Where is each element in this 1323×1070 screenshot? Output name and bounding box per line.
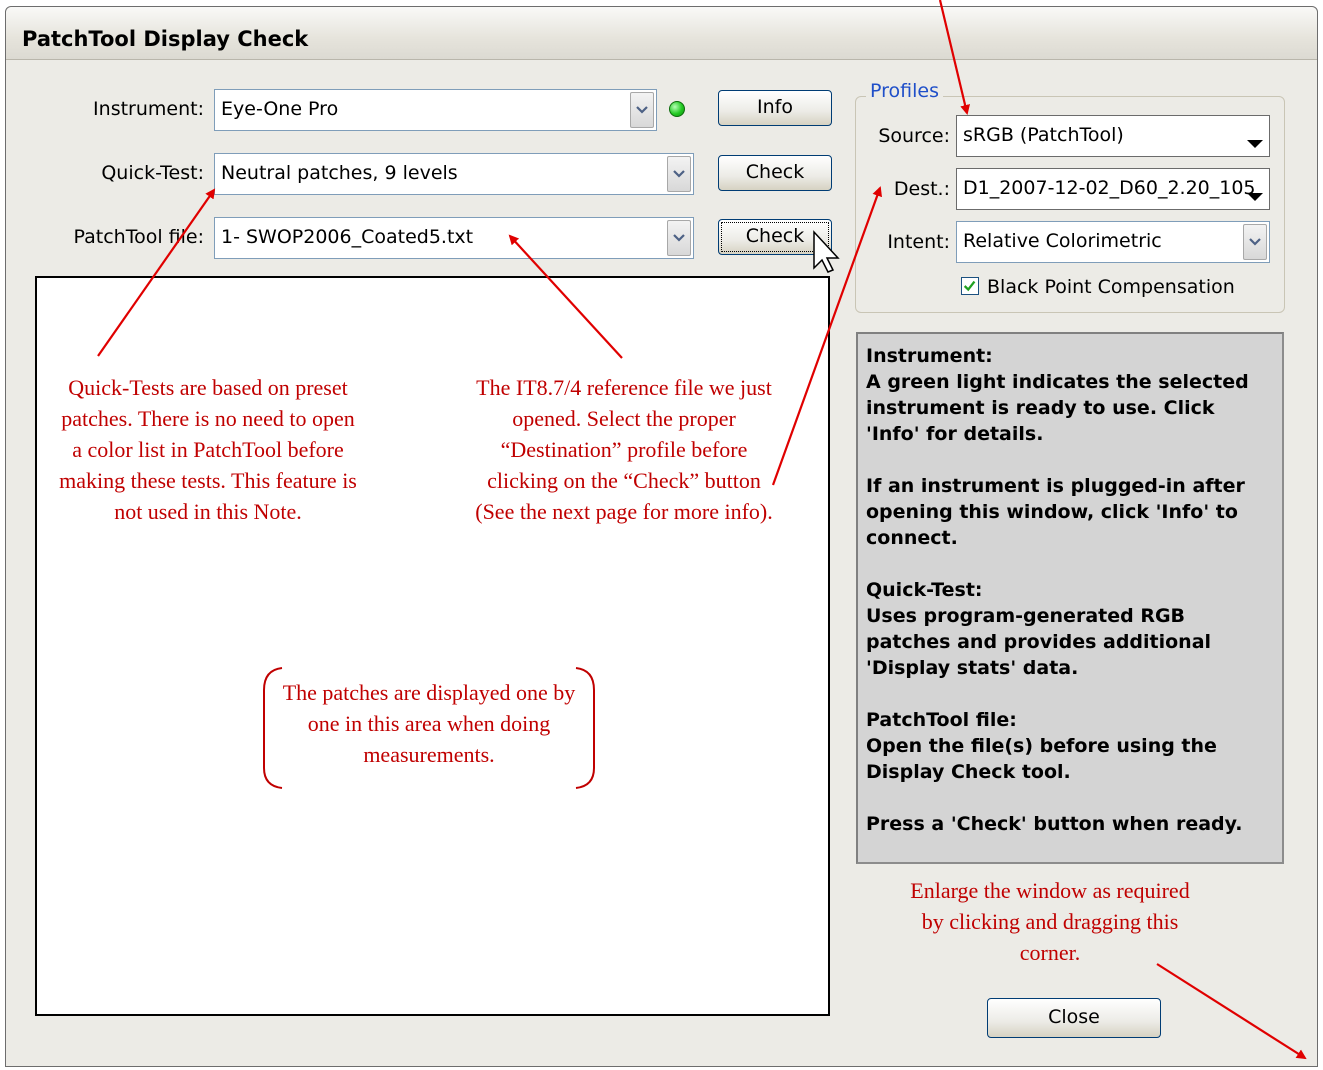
bracket-left [263, 667, 283, 789]
arrow-to-dest [771, 186, 882, 486]
arrow-to-corner [1156, 963, 1307, 1060]
arrow-to-quick-test [97, 188, 216, 357]
mouse-cursor-icon [813, 230, 840, 273]
bracket-right [575, 667, 595, 789]
annotation-overlay [97, 0, 1307, 1060]
arrow-to-patchtool-file [508, 234, 623, 359]
arrow-to-source [938, 0, 971, 115]
